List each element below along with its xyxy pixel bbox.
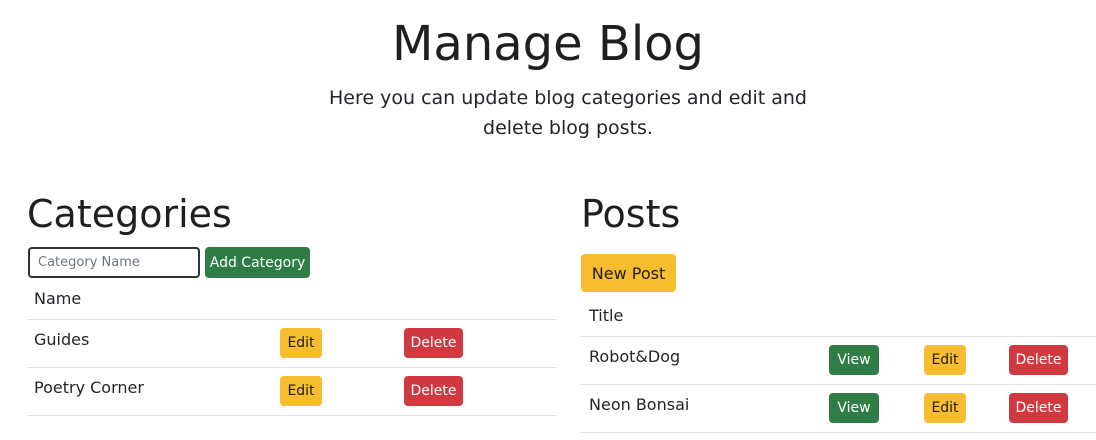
categories-title: Categories xyxy=(27,192,232,236)
add-category-button[interactable]: Add Category xyxy=(205,247,310,278)
view-post-button[interactable]: View xyxy=(829,345,879,375)
delete-category-button[interactable]: Delete xyxy=(404,376,463,406)
delete-category-button[interactable]: Delete xyxy=(404,328,463,358)
manage-blog-page: Manage Blog Here you can update blog cat… xyxy=(0,0,1096,440)
categories-name-header: Name xyxy=(34,289,82,308)
edit-post-button[interactable]: Edit xyxy=(924,345,966,375)
table-divider xyxy=(27,367,557,368)
table-divider xyxy=(27,319,557,320)
view-post-button[interactable]: View xyxy=(829,393,879,423)
table-divider xyxy=(27,415,557,416)
post-title: Neon Bonsai xyxy=(589,395,690,414)
page-subtitle: Here you can update blog categories and … xyxy=(329,87,807,139)
page-title: Manage Blog xyxy=(391,16,705,72)
delete-post-button[interactable]: Delete xyxy=(1009,345,1068,375)
edit-category-button[interactable]: Edit xyxy=(280,328,322,358)
table-divider xyxy=(581,432,1096,433)
category-name-input[interactable] xyxy=(28,247,200,278)
table-divider xyxy=(581,336,1096,337)
posts-title: Posts xyxy=(581,192,681,236)
new-post-button[interactable]: New Post xyxy=(581,254,676,292)
category-name: Guides xyxy=(34,330,90,349)
edit-post-button[interactable]: Edit xyxy=(924,393,966,423)
delete-post-button[interactable]: Delete xyxy=(1009,393,1068,423)
post-title: Robot&Dog xyxy=(589,347,681,366)
edit-category-button[interactable]: Edit xyxy=(280,376,322,406)
table-divider xyxy=(581,384,1096,385)
category-name: Poetry Corner xyxy=(34,378,144,397)
posts-title-header: Title xyxy=(589,306,624,325)
